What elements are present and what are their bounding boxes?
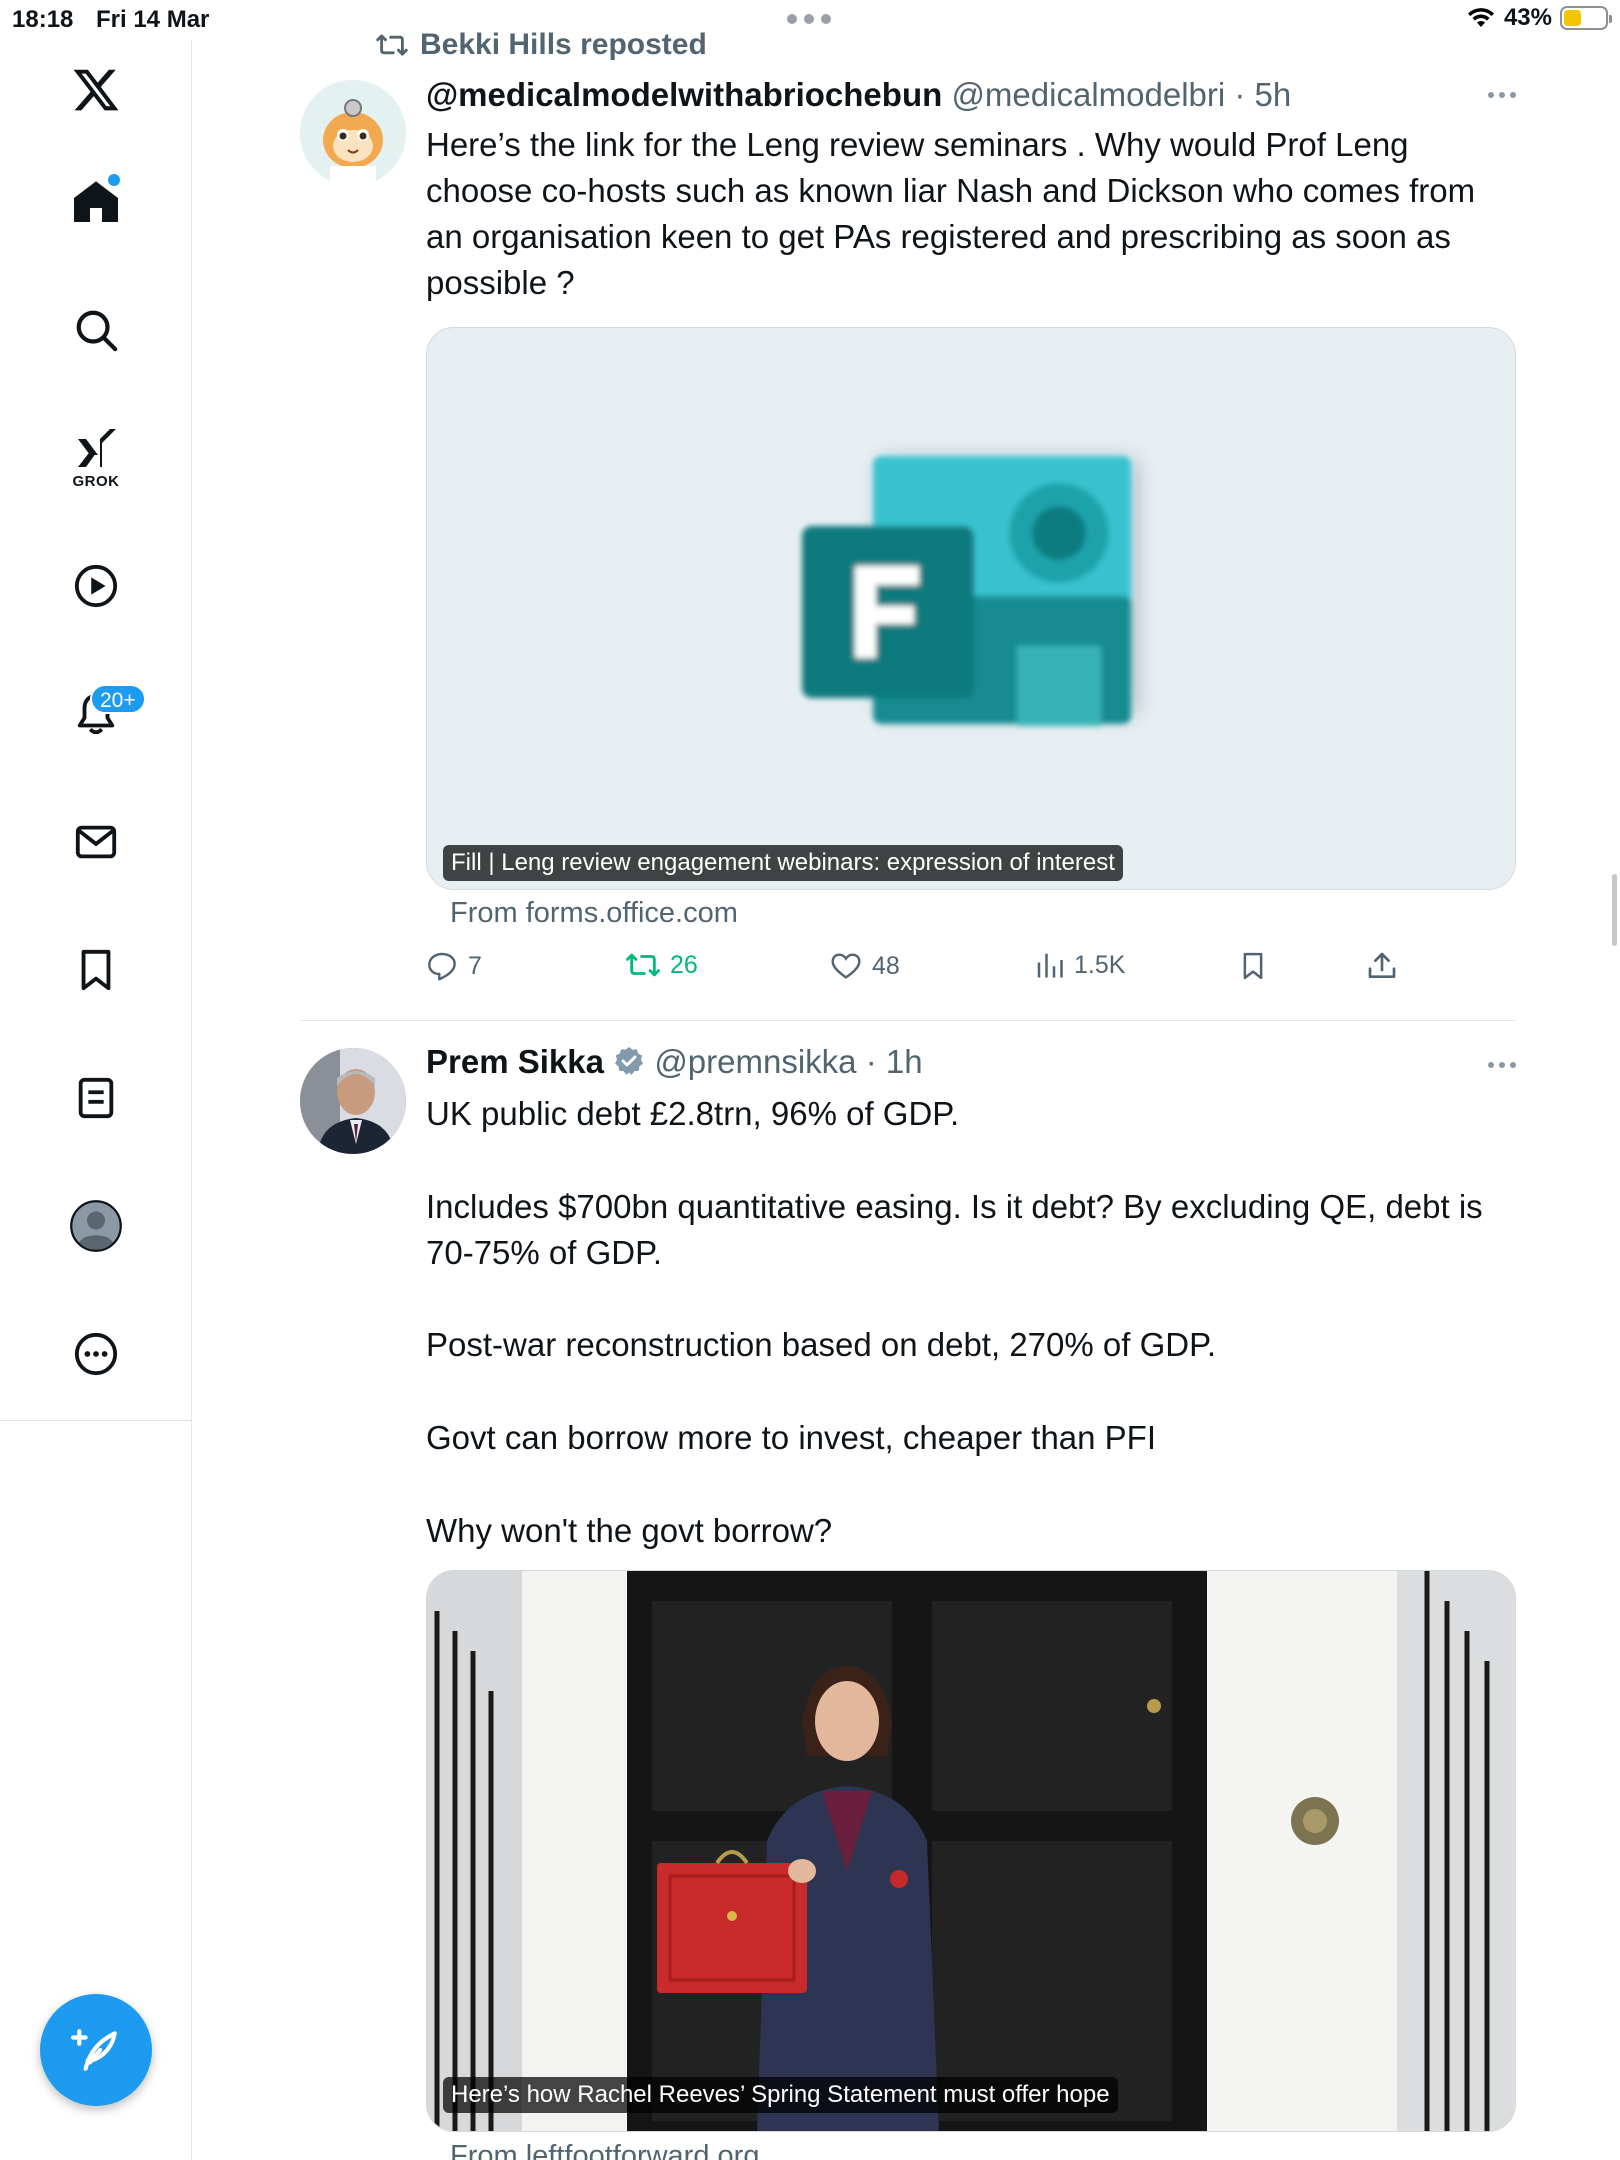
sidebar-item-grok[interactable]: GROK <box>56 418 136 498</box>
repost-label[interactable]: Bekki Hills reposted <box>420 28 707 62</box>
verified-badge-icon <box>615 1047 644 1075</box>
sidebar: GROK 20+ <box>0 40 192 2160</box>
status-right: 43% <box>1466 4 1612 32</box>
home-unread-dot <box>108 174 120 186</box>
status-time: 18:18 <box>12 6 74 33</box>
search-icon <box>76 310 118 352</box>
link-card[interactable]: Fill | Leng review engagement webinars: … <box>426 327 1516 890</box>
card-caption: Here’s how Rachel Reeves’ Spring Stateme… <box>443 2077 1118 2113</box>
sidebar-item-profile[interactable] <box>56 1186 136 1266</box>
sidebar-item-bookmarks[interactable] <box>56 930 136 1010</box>
bookmark-icon <box>81 949 111 991</box>
profile-icon <box>70 1200 122 1252</box>
like-count: 48 <box>872 951 900 980</box>
repost-count: 26 <box>670 950 698 979</box>
sidebar-item-home[interactable] <box>56 162 136 242</box>
battery-fill <box>1564 10 1582 26</box>
compose-feather-icon <box>71 2029 117 2071</box>
grok-label: GROK <box>72 472 120 490</box>
reply-icon <box>428 952 456 981</box>
tweet-paragraph: Why won't the govt borrow? <box>426 1512 833 1549</box>
link-card[interactable]: Here’s how Rachel Reeves’ Spring Stateme… <box>426 1570 1516 2132</box>
author-name[interactable]: @medicalmodelwithabriochebun <box>426 76 942 113</box>
tweet-paragraph: Govt can borrow more to invest, cheaper … <box>426 1419 1157 1456</box>
share-icon <box>1368 952 1396 978</box>
like-button[interactable]: 48 <box>830 950 900 982</box>
author-handle-time[interactable]: @medicalmodelbri · 5h <box>951 76 1291 113</box>
author-handle-time[interactable]: @premnsikka · 1h <box>654 1043 922 1080</box>
battery-icon <box>1560 6 1612 30</box>
scroll-indicator[interactable] <box>1612 874 1617 946</box>
tweet-actions: 7 26 48 1.5K <box>426 950 1516 1000</box>
sidebar-item-video[interactable] <box>56 546 136 626</box>
microsoft-forms-logo <box>802 456 1137 726</box>
sidebar-item-search[interactable] <box>56 290 136 370</box>
bookmark-button[interactable] <box>1238 950 1268 982</box>
video-play-icon <box>74 564 118 608</box>
mail-icon <box>75 825 117 859</box>
avatar[interactable] <box>300 80 406 186</box>
repost-button[interactable]: 26 <box>626 950 698 980</box>
more-icon <box>74 1332 118 1376</box>
sidebar-divider <box>0 1420 192 1421</box>
tweet-paragraph: UK public debt £2.8trn, 96% of GDP. <box>426 1095 960 1132</box>
tweet-separator <box>300 1020 1516 1021</box>
photo-woman-red-budget-box <box>427 1571 1515 2131</box>
card-source[interactable]: From leftfootforward.org <box>450 2140 759 2160</box>
status-bar: 18:18 Fri 14 Mar 43% <box>0 0 1620 40</box>
tweet-header: @medicalmodelwithabriochebun @medicalmod… <box>426 76 1291 114</box>
notification-badge: 20+ <box>90 684 146 714</box>
grok-icon <box>78 428 116 467</box>
repost-icon <box>626 953 660 977</box>
battery-percent: 43% <box>1503 4 1552 31</box>
card-source[interactable]: From forms.office.com <box>450 897 738 930</box>
tweet-paragraph: Includes $700bn quantitative easing. Is … <box>426 1188 1492 1271</box>
x-logo-icon[interactable] <box>56 50 136 130</box>
tweet-more-icon[interactable] <box>1488 92 1516 98</box>
card-caption: Fill | Leng review engagement webinars: … <box>443 845 1123 881</box>
wifi-icon <box>1467 8 1494 27</box>
multitasking-dots-icon[interactable] <box>787 14 831 24</box>
lists-icon <box>78 1077 114 1119</box>
tweet-text: Here’s the link for the Leng review semi… <box>426 126 1485 301</box>
author-name[interactable]: Prem Sikka <box>426 1043 604 1080</box>
sidebar-item-messages[interactable] <box>56 802 136 882</box>
compose-button[interactable] <box>40 1994 152 2106</box>
reply-count: 7 <box>468 951 482 980</box>
views-chart-icon <box>1037 953 1063 978</box>
avatar[interactable] <box>300 1048 406 1154</box>
bookmark-icon <box>1243 952 1263 980</box>
status-date: Fri 14 Mar <box>96 6 210 33</box>
sidebar-item-notifications[interactable]: 20+ <box>56 674 146 754</box>
sidebar-item-more[interactable] <box>56 1314 136 1394</box>
tweet-paragraph: Post-war reconstruction based on debt, 2… <box>426 1326 1217 1363</box>
share-button[interactable] <box>1366 950 1398 982</box>
repost-icon <box>376 34 408 56</box>
repost-context: Bekki Hills reposted <box>376 28 707 62</box>
views-count: 1.5K <box>1074 950 1126 979</box>
heart-icon <box>831 953 861 979</box>
views-button[interactable]: 1.5K <box>1034 950 1125 980</box>
sidebar-item-lists[interactable] <box>56 1058 136 1138</box>
tweet-more-icon[interactable] <box>1488 1062 1516 1068</box>
reply-button[interactable]: 7 <box>426 950 482 982</box>
tweet-header: Prem Sikka @premnsikka · 1h <box>426 1043 923 1081</box>
